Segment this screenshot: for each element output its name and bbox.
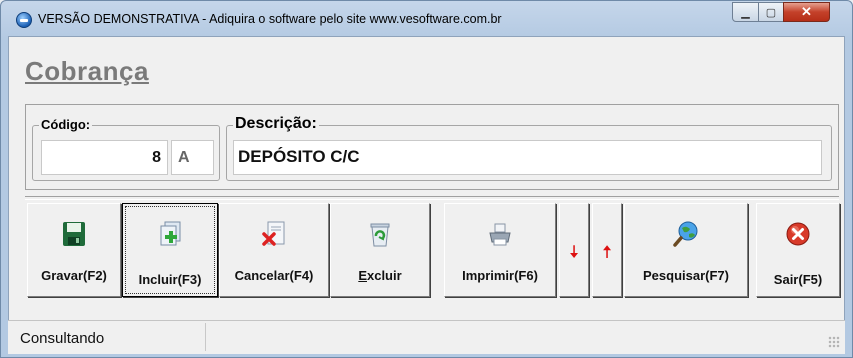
imprimir-button[interactable]: Imprimir(F6) <box>444 203 556 297</box>
excluir-label: Excluir <box>358 268 402 283</box>
arrow-up-icon: 🠅 <box>602 242 612 262</box>
codigo-suffix-field[interactable]: A <box>171 140 214 175</box>
cancelar-button[interactable]: Cancelar(F4) <box>219 203 329 297</box>
cancel-document-icon <box>262 221 285 246</box>
add-document-icon <box>160 221 181 246</box>
arrow-down-icon: 🠇 <box>569 242 579 262</box>
title-bar[interactable]: VERSÃO DEMONSTRATIVA - Adiquira o softwa… <box>1 1 852 37</box>
incluir-label: Incluir(F3) <box>138 272 202 287</box>
close-button[interactable]: ✕ <box>783 2 830 22</box>
status-separator <box>205 323 206 351</box>
minimize-icon: ▁ <box>741 7 750 19</box>
maximize-icon: ▢ <box>765 7 777 19</box>
pesquisar-button[interactable]: Pesquisar(F7) <box>624 203 748 297</box>
status-bar <box>8 320 845 354</box>
gravar-label: Gravar(F2) <box>41 268 107 283</box>
toolbar-separator <box>25 196 839 200</box>
previous-record-button[interactable]: 🠅 <box>592 203 622 297</box>
printer-icon <box>489 223 511 246</box>
codigo-field[interactable]: 8 <box>41 140 168 175</box>
codigo-label: Código: <box>39 117 93 132</box>
recycle-bin-icon <box>370 223 390 247</box>
window-title: VERSÃO DEMONSTRATIVA - Adiquira o softwa… <box>38 12 502 26</box>
app-globe-icon <box>16 12 32 28</box>
search-globe-icon <box>673 221 698 247</box>
page-title: Cobrança <box>25 56 149 86</box>
minimize-button[interactable]: ▁ <box>732 2 759 22</box>
incluir-button[interactable]: Incluir(F3) <box>122 203 218 297</box>
descricao-label: Descrição: <box>233 115 319 133</box>
sair-label: Sair(F5) <box>773 272 823 287</box>
excluir-button[interactable]: Excluir <box>330 203 430 297</box>
status-text: Consultando <box>20 330 105 347</box>
exit-icon <box>786 222 810 246</box>
cancelar-label: Cancelar(F4) <box>234 268 314 283</box>
floppy-disk-icon <box>63 222 85 246</box>
descricao-field[interactable]: DEPÓSITO C/C <box>233 140 822 175</box>
imprimir-label: Imprimir(F6) <box>462 268 538 283</box>
sair-button[interactable]: Sair(F5) <box>756 203 840 297</box>
next-record-button[interactable]: 🠇 <box>559 203 589 297</box>
resize-grip-icon[interactable] <box>828 336 840 348</box>
gravar-button[interactable]: Gravar(F2) <box>27 203 121 297</box>
close-icon: ✕ <box>801 4 812 19</box>
pesquisar-label: Pesquisar(F7) <box>643 268 729 283</box>
maximize-button[interactable]: ▢ <box>758 2 784 22</box>
